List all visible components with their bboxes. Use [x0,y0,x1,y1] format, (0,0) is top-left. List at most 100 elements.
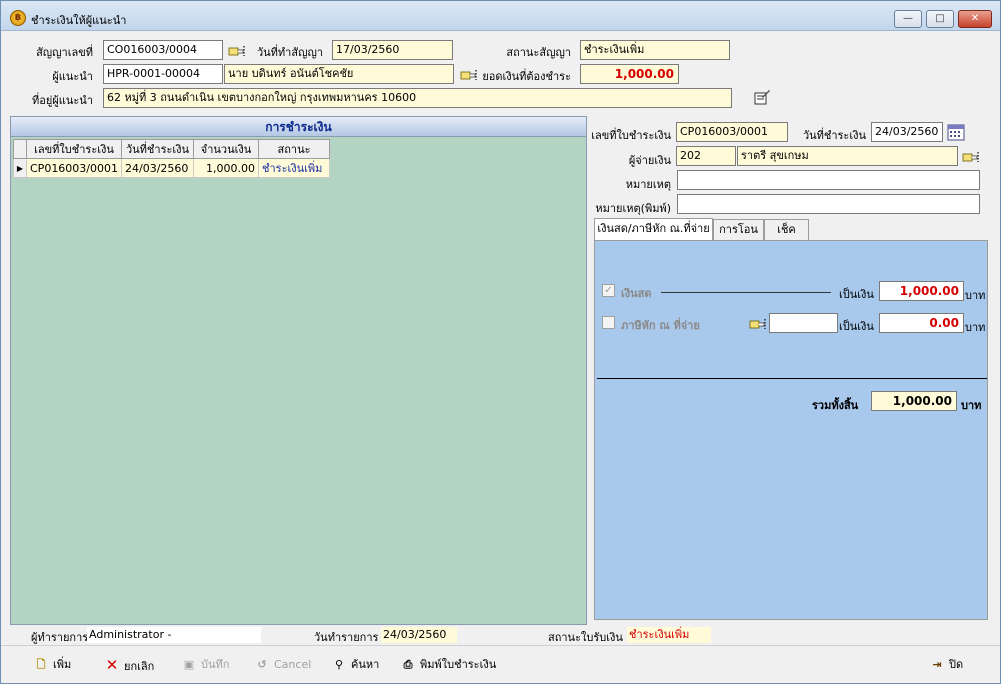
status-bar: ผู้ทำรายการ Administrator - วันทำรายการ … [10,627,992,644]
print-button[interactable]: ⎙ พิมพ์ใบชำระเงิน [400,652,497,678]
maximize-button[interactable]: □ [926,10,954,28]
wht-checkbox[interactable] [602,316,615,329]
cash-divider [661,292,831,293]
cell-date[interactable]: 24/03/2560 [121,158,195,178]
add-button[interactable]: 🗋 เพิ่ม [33,652,72,678]
cash-amount-field[interactable]: 1,000.00 [879,281,964,301]
cancel-button-label: Cancel [274,658,312,671]
amount-due-field: 1,000.00 [580,64,679,84]
cash-label: เงินสด [621,287,652,300]
total-divider [597,378,987,379]
total-amount-field: 1,000.00 [871,391,957,411]
cancel-document-label: ยกเลิก [124,660,155,673]
total-label: รวมทั้งสิ้น [812,399,859,412]
row-selector-icon[interactable]: ▶ [13,158,27,178]
payer-name-field: ราตรี สุขเกษม [737,146,958,166]
add-button-label: เพิ่ม [53,658,72,671]
undo-icon: ↺ [257,658,267,671]
floppy-disk-icon: ▣ [183,658,195,671]
red-x-icon: ✕ [105,656,119,674]
contract-date-label: วันที่ทำสัญญา [256,46,323,59]
cancel-document-button[interactable]: ✕ ยกเลิก [104,652,155,678]
payer-label: ผู้จ่ายเงิน [628,154,671,167]
lookup-wht-icon[interactable] [749,317,767,331]
tab-transfer[interactable]: การโอน [713,219,764,241]
total-baht-label: บาท [961,399,982,412]
contract-no-label: สัญญาเลขที่ [36,46,93,59]
contract-status-label: สถานะสัญญา [506,46,571,59]
print-note-label: หมายเหตุ(พิมพ์) [595,202,671,215]
save-button-label: บันทึก [201,658,230,671]
main-window: ฿ ชำระเงินให้ผู้แนะนำ — □ ✕ สัญญาเลขที่ … [0,0,1001,684]
title-bar: ฿ ชำระเงินให้ผู้แนะนำ — □ ✕ [1,1,1000,31]
printer-icon: ⎙ [403,658,413,671]
txn-date-label: วันทำรายการ [314,631,379,644]
referrer-label: ผู้แนะนำ [52,70,93,83]
calendar-icon[interactable] [947,123,965,141]
txn-date-value: 24/03/2560 [381,627,457,643]
window-title: ชำระเงินให้ผู้แนะนำ [31,14,127,27]
cell-status[interactable]: ชำระเงินเพิ่ม [258,158,331,178]
contract-date-field[interactable]: 17/03/2560 [332,40,453,60]
contract-status-field: ชำระเงินเพิ่ม [580,40,730,60]
address-label: ที่อยู่ผู้แนะนำ [32,94,93,107]
tab-cheque[interactable]: เช็ค [764,219,809,241]
print-button-label: พิมพ์ใบชำระเงิน [420,658,497,671]
receipt-no-label: เลขที่ใบชำระเงิน [591,129,671,142]
payer-code-field[interactable]: 202 [676,146,736,166]
receipt-status-value: ชำระเงินเพิ่ม [627,627,711,643]
receipt-no-field[interactable]: CP016003/0001 [676,122,788,142]
search-button-label: ค้นหา [351,658,380,671]
column-header[interactable]: สถานะ [258,139,331,159]
cash-baht-label: บาท [965,289,986,302]
pay-date-label: วันที่ชำระเงิน [802,129,866,142]
address-field: 62 หมู่ที่ 3 ถนนดำเนิน เขตบางกอกใหญ่ กรุ… [103,88,732,108]
payments-panel: การชำระเงิน เลขที่ใบชำระเงิน วันที่ชำระเ… [10,116,587,625]
tab-cash-wht[interactable]: เงินสด/ภาษีหัก ณ.ที่จ่าย [594,218,713,242]
contract-no-field[interactable]: CO016003/0004 [103,40,223,60]
table-row[interactable]: ▶ CP016003/0001 24/03/2560 1,000.00 ชำระ… [13,158,331,178]
cash-as-money-label: เป็นเงิน [839,288,874,301]
operator-value: Administrator - [87,627,261,643]
lookup-payer-icon[interactable] [962,150,980,164]
column-header[interactable]: จำนวนเงิน [193,139,260,159]
cell-amount[interactable]: 1,000.00 [193,158,260,178]
new-document-icon: 🗋 [36,658,46,671]
edit-address-icon[interactable] [753,88,771,106]
referrer-code-field[interactable]: HPR-0001-00004 [103,64,223,84]
receipt-status-label: สถานะใบรับเงิน [548,631,623,644]
cell-receipt-no[interactable]: CP016003/0001 [25,158,123,178]
wht-amount-field[interactable]: 0.00 [879,313,964,333]
row-header-corner [13,139,27,159]
lookup-referrer-icon[interactable] [460,68,478,82]
column-header[interactable]: เลขที่ใบชำระเงิน [25,139,123,159]
cancel-button[interactable]: ↺ Cancel [254,652,311,678]
referrer-name-field: นาย บดินทร์ อนันต์โชคชัย [224,64,454,84]
column-header[interactable]: วันที่ชำระเงิน [121,139,195,159]
note-field[interactable] [677,170,980,190]
close-window-button[interactable]: ✕ [958,10,992,28]
payments-panel-title: การชำระเงิน [11,117,586,137]
close-button[interactable]: ⇥ ปิด [929,652,963,678]
wht-ref-field[interactable] [769,313,838,333]
operator-label: ผู้ทำรายการ [31,631,89,644]
wht-baht-label: บาท [965,321,986,334]
wht-as-money-label: เป็นเงิน [839,320,874,333]
wht-label: ภาษีหัก ณ ที่จ่าย [621,319,700,332]
binoculars-icon: ⚲ [334,658,344,671]
minimize-button[interactable]: — [894,10,922,28]
pay-date-field[interactable]: 24/03/2560 [871,122,943,142]
payments-table: เลขที่ใบชำระเงิน วันที่ชำระเงิน จำนวนเงิ… [13,139,331,178]
exit-door-icon: ⇥ [932,658,942,671]
search-button[interactable]: ⚲ ค้นหา [331,652,379,678]
cash-checkbox[interactable]: ✓ [602,284,615,297]
coin-icon: ฿ [10,10,26,26]
bottom-toolbar: 🗋 เพิ่ม ✕ ยกเลิก ▣ บันทึก ↺ Cancel ⚲ ค้นหา ⎙ พ… [1,645,1000,683]
save-button[interactable]: ▣ บันทึก [181,652,230,678]
amount-due-label: ยอดเงินที่ต้องชำระ [482,70,571,83]
note-label: หมายเหตุ [625,178,671,191]
lookup-contract-icon[interactable] [228,44,246,58]
print-note-field[interactable] [677,194,980,214]
cash-tab-panel: ✓ เงินสด เป็นเงิน 1,000.00 บาท ภาษีหัก ณ… [594,240,988,620]
close-button-label: ปิด [949,658,964,671]
